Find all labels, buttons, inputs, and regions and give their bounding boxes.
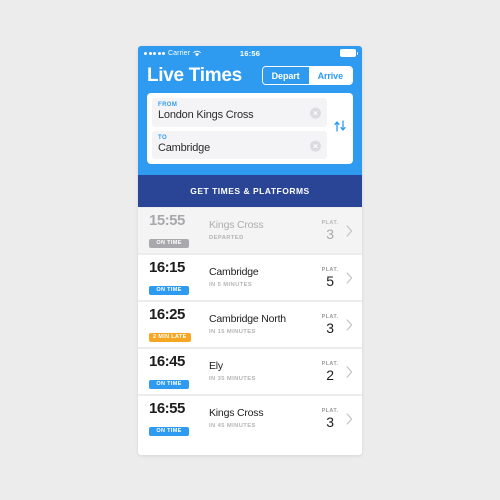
status-badge: 2 MIN LATE xyxy=(149,332,191,343)
departure-info: Kings Cross DEPARTED xyxy=(201,220,321,241)
departure-info: Ely IN 35 MINUTES xyxy=(201,361,321,382)
from-label: FROM xyxy=(158,102,178,108)
eta-label: DEPARTED xyxy=(209,234,244,241)
depart-arrive-segmented-control[interactable]: Depart Arrive xyxy=(261,66,353,85)
chevron-right-icon[interactable] xyxy=(346,413,353,425)
departure-time: 15:55 xyxy=(149,211,185,229)
platform-number: 2 xyxy=(326,367,334,384)
departure-row[interactable]: 16:25 2 MIN LATE Cambridge North IN 15 MINU… xyxy=(138,302,362,348)
destination-label: Kings Cross xyxy=(209,407,264,420)
header-top-row: Live Times Depart Arrive xyxy=(147,66,353,85)
platform-block: PLAT. 5 xyxy=(321,267,353,288)
departure-info: Cambridge IN 5 MINUTES xyxy=(201,267,321,288)
status-bar: Carrier 16:56 xyxy=(138,46,362,60)
platform-info: PLAT. 3 xyxy=(321,314,339,335)
get-times-button-label: GET TIMES & PLATFORMS xyxy=(190,186,310,197)
departure-time-block: 16:55 ON TIME xyxy=(149,401,201,437)
page-title: Live Times xyxy=(147,65,242,86)
departure-info: Cambridge North IN 15 MINUTES xyxy=(201,314,321,335)
destination-label: Cambridge North xyxy=(209,313,286,326)
platform-block: PLAT. 3 xyxy=(321,314,353,335)
to-label: TO xyxy=(158,134,168,141)
departure-info: Kings Cross IN 45 MINUTES xyxy=(201,408,321,429)
eta-label: IN 5 MINUTES xyxy=(209,281,253,288)
destination-label: Kings Cross xyxy=(209,219,264,232)
departure-time-block: 16:25 2 MIN LATE xyxy=(149,307,201,343)
battery-icon xyxy=(340,49,358,57)
status-bar-right xyxy=(340,49,358,57)
departure-row[interactable]: 15:55 ON TIME Kings Cross DEPARTED PLAT. 3 xyxy=(138,208,362,254)
departure-time-block: 15:55 ON TIME xyxy=(149,213,201,249)
chevron-right-icon[interactable] xyxy=(346,272,353,284)
departure-time-block: 16:45 ON TIME xyxy=(149,354,201,390)
status-badge: ON TIME xyxy=(149,426,189,437)
chevron-right-icon[interactable] xyxy=(346,225,353,237)
status-badge: ON TIME xyxy=(149,238,189,249)
platform-number: 3 xyxy=(326,226,334,243)
tab-depart[interactable]: Depart xyxy=(262,67,309,84)
swap-vertical-icon xyxy=(333,119,347,138)
destination-label: Cambridge xyxy=(209,266,259,279)
chevron-right-icon[interactable] xyxy=(346,366,353,378)
platform-info: PLAT. 3 xyxy=(321,408,339,429)
departure-row[interactable]: 16:55 ON TIME Kings Cross IN 45 MINUTES PLAT… xyxy=(138,396,362,442)
to-field[interactable]: TO Cambridge xyxy=(152,130,327,160)
platform-number: 5 xyxy=(326,273,334,290)
clear-from-icon[interactable] xyxy=(310,107,321,119)
platform-number: 3 xyxy=(326,320,334,337)
phone-frame: Carrier 16:56 Live Times Depart Arrive F… xyxy=(138,46,362,455)
station-fields: FROM London Kings Cross TO Cambridge xyxy=(152,98,327,160)
platform-block: PLAT. 3 xyxy=(321,408,353,429)
eta-label: IN 35 MINUTES xyxy=(209,375,256,382)
platform-info: PLAT. 5 xyxy=(321,267,339,288)
platform-number: 3 xyxy=(326,414,334,431)
status-badge: ON TIME xyxy=(149,285,189,296)
departures-list: 15:55 ON TIME Kings Cross DEPARTED PLAT. 3 16:… xyxy=(138,207,362,442)
platform-info: PLAT. 2 xyxy=(321,361,339,382)
status-badge: ON TIME xyxy=(149,379,189,390)
from-field[interactable]: FROM London Kings Cross xyxy=(152,98,327,127)
to-input[interactable]: Cambridge xyxy=(158,142,321,155)
departure-time: 16:45 xyxy=(149,352,185,370)
app-header: Live Times Depart Arrive FROM London Kin… xyxy=(138,60,362,176)
departure-time-block: 16:15 ON TIME xyxy=(149,260,201,296)
get-times-button[interactable]: GET TIMES & PLATFORMS xyxy=(138,175,362,208)
tab-arrive[interactable]: Arrive xyxy=(308,67,352,84)
journey-search-card: FROM London Kings Cross TO Cambridge xyxy=(147,93,353,165)
swap-stations-button[interactable] xyxy=(332,119,348,138)
status-bar-clock: 16:56 xyxy=(239,48,261,58)
departure-time: 16:25 xyxy=(149,305,185,323)
platform-block: PLAT. 2 xyxy=(321,361,353,382)
departure-time: 16:55 xyxy=(149,399,185,417)
platform-info: PLAT. 3 xyxy=(321,220,339,241)
eta-label: IN 45 MINUTES xyxy=(209,422,256,429)
clear-to-icon[interactable] xyxy=(310,140,321,152)
departure-time: 16:15 xyxy=(149,258,185,276)
departure-row[interactable]: 16:45 ON TIME Ely IN 35 MINUTES PLAT. 2 xyxy=(138,349,362,395)
chevron-right-icon[interactable] xyxy=(346,319,353,331)
destination-label: Ely xyxy=(209,360,223,373)
from-input[interactable]: London Kings Cross xyxy=(158,109,321,122)
departure-row[interactable]: 16:15 ON TIME Cambridge IN 5 MINUTES PLAT. 5 xyxy=(138,255,362,301)
platform-block: PLAT. 3 xyxy=(321,220,353,241)
eta-label: IN 15 MINUTES xyxy=(209,328,256,335)
